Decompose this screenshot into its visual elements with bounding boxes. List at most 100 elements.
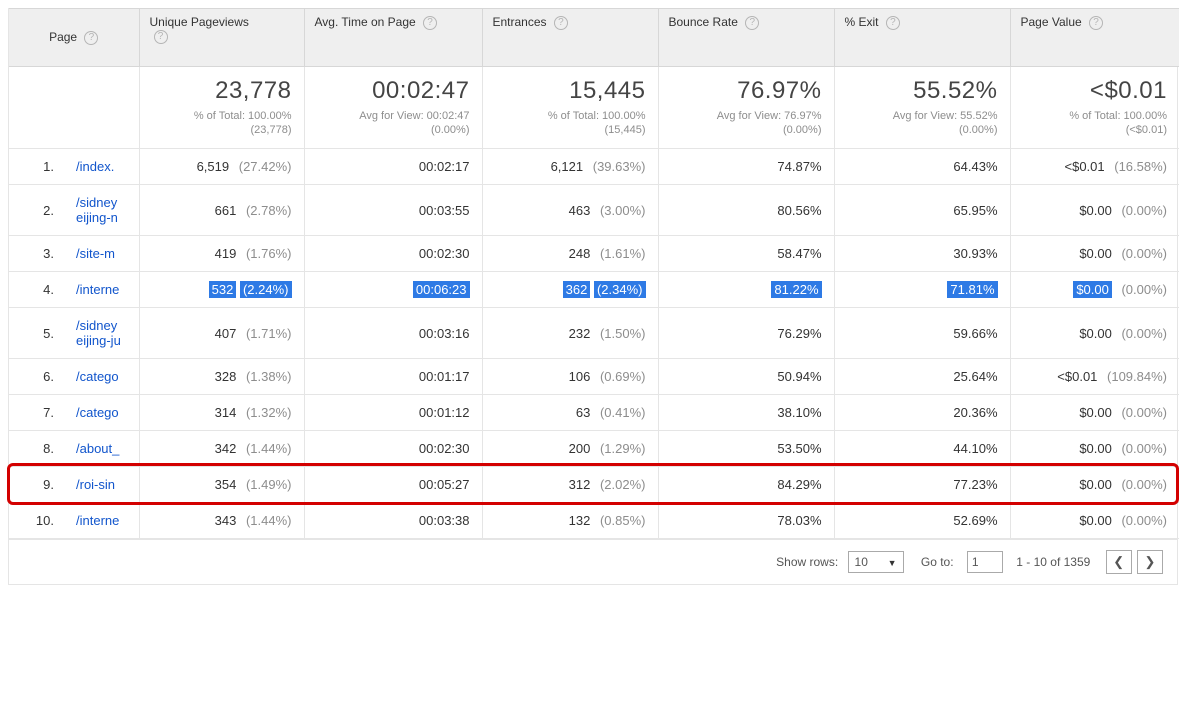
page-link[interactable]: /sidney eijing-ju [76, 318, 121, 348]
entrances-cell: 312 (2.02%) [482, 467, 658, 503]
page-link[interactable]: /catego [76, 369, 119, 384]
page-cell: /sidney eijing-ju [64, 308, 139, 359]
help-icon[interactable]: ? [745, 16, 759, 30]
page-value-cell: $0.00 (0.00%) [1010, 272, 1179, 308]
entrances-cell: 232 (1.50%) [482, 308, 658, 359]
row-index: 9. [9, 467, 64, 503]
column-headers: Page ? Unique Pageviews ? Avg. Time on P… [9, 9, 1179, 67]
avg-time-cell: 00:03:55 [304, 185, 482, 236]
help-icon[interactable]: ? [84, 31, 98, 45]
col-pct-exit[interactable]: % Exit [845, 15, 879, 29]
col-entrances[interactable]: Entrances [493, 15, 547, 29]
page-cell: /catego [64, 395, 139, 431]
page-link[interactable]: /catego [76, 405, 119, 420]
page-cell: /site-m [64, 236, 139, 272]
page-cell: /interne [64, 272, 139, 308]
exit-cell: 71.81% [834, 272, 1010, 308]
avg-time-cell: 00:02:30 [304, 431, 482, 467]
goto-label: Go to: [921, 555, 954, 569]
bounce-cell: 50.94% [658, 359, 834, 395]
exit-cell: 65.95% [834, 185, 1010, 236]
show-rows-label: Show rows: [776, 555, 838, 569]
table-row: 5./sidney eijing-ju407 (1.71%)00:03:1623… [9, 308, 1179, 359]
page-value-cell: $0.00 (0.00%) [1010, 185, 1179, 236]
page-link[interactable]: /index. [76, 159, 114, 174]
bounce-cell: 76.29% [658, 308, 834, 359]
avg-time-cell: 00:03:16 [304, 308, 482, 359]
bounce-cell: 78.03% [658, 503, 834, 539]
col-page-value[interactable]: Page Value [1021, 15, 1082, 29]
show-rows-select[interactable]: 10 ▼ [848, 551, 904, 573]
col-bounce-rate[interactable]: Bounce Rate [669, 15, 738, 29]
prev-button[interactable]: ❮ [1106, 550, 1132, 574]
entrances-cell: 248 (1.61%) [482, 236, 658, 272]
exit-cell: 77.23% [834, 467, 1010, 503]
unique-pageviews-cell: 6,519 (27.42%) [139, 149, 304, 185]
table-row: 6./catego328 (1.38%)00:01:17106 (0.69%)5… [9, 359, 1179, 395]
unique-pageviews-cell: 532 (2.24%) [139, 272, 304, 308]
row-index: 7. [9, 395, 64, 431]
page-link[interactable]: /roi-sin [76, 477, 115, 492]
summary-pct-exit: 55.52% Avg for View: 55.52%(0.00%) [834, 67, 1010, 149]
page-link[interactable]: /interne [76, 513, 119, 528]
entrances-cell: 6,121 (39.63%) [482, 149, 658, 185]
exit-cell: 44.10% [834, 431, 1010, 467]
summary-page-value: <$0.01 % of Total: 100.00%(<$0.01) [1010, 67, 1179, 149]
page-link[interactable]: /site-m [76, 246, 115, 261]
col-page[interactable]: Page [49, 30, 77, 44]
page-value-cell: <$0.01 (16.58%) [1010, 149, 1179, 185]
bounce-cell: 38.10% [658, 395, 834, 431]
avg-time-cell: 00:01:17 [304, 359, 482, 395]
range-text: 1 - 10 of 1359 [1016, 555, 1090, 569]
bounce-cell: 53.50% [658, 431, 834, 467]
avg-time-cell: 00:03:38 [304, 503, 482, 539]
summary-avg-time: 00:02:47 Avg for View: 00:02:47(0.00%) [304, 67, 482, 149]
table-row: 9./roi-sin354 (1.49%)00:05:27312 (2.02%)… [9, 467, 1179, 503]
table-row: 2./sidney eijing-n661 (2.78%)00:03:55463… [9, 185, 1179, 236]
row-index: 10. [9, 503, 64, 539]
row-index: 8. [9, 431, 64, 467]
bounce-cell: 58.47% [658, 236, 834, 272]
unique-pageviews-cell: 419 (1.76%) [139, 236, 304, 272]
table-row: 10. /interne 343 (1.44%)00:03:38132 (0.85%… [9, 503, 1179, 539]
exit-cell: 20.36% [834, 395, 1010, 431]
unique-pageviews-cell: 342 (1.44%) [139, 431, 304, 467]
page-link[interactable]: /about_ [76, 441, 119, 456]
avg-time-cell: 00:01:12 [304, 395, 482, 431]
avg-time-cell: 00:06:23 [304, 272, 482, 308]
page-link[interactable]: /interne [76, 282, 119, 297]
help-icon[interactable]: ? [423, 16, 437, 30]
next-button[interactable]: ❯ [1137, 550, 1163, 574]
col-avg-time[interactable]: Avg. Time on Page [315, 15, 416, 29]
entrances-cell: 63 (0.41%) [482, 395, 658, 431]
unique-pageviews-cell: 328 (1.38%) [139, 359, 304, 395]
unique-pageviews-cell: 314 (1.32%) [139, 395, 304, 431]
row-index: 4. [9, 272, 64, 308]
table-footer: Show rows: 10 ▼ Go to: 1 1 - 10 of 1359 … [9, 539, 1177, 584]
entrances-cell: 132 (0.85%) [482, 503, 658, 539]
unique-pageviews-cell: 407 (1.71%) [139, 308, 304, 359]
help-icon[interactable]: ? [154, 30, 168, 44]
analytics-table: Page ? Unique Pageviews ? Avg. Time on P… [8, 8, 1178, 585]
col-unique-pageviews[interactable]: Unique Pageviews [150, 15, 249, 29]
table-row: 7. /catego 314 (1.32%)00:01:1263 (0.41%)38… [9, 395, 1179, 431]
bounce-cell: 81.22% [658, 272, 834, 308]
table-row: 4./interne532 (2.24%)00:06:23362 (2.34%)… [9, 272, 1179, 308]
unique-pageviews-cell: 661 (2.78%) [139, 185, 304, 236]
chevron-down-icon: ▼ [888, 558, 897, 568]
exit-cell: 59.66% [834, 308, 1010, 359]
page-cell: /index. [64, 149, 139, 185]
help-icon[interactable]: ? [554, 16, 568, 30]
page-link[interactable]: /sidney eijing-n [76, 195, 118, 225]
help-icon[interactable]: ? [886, 16, 900, 30]
summary-entrances: 15,445 % of Total: 100.00%(15,445) [482, 67, 658, 149]
page-cell: /about_ [64, 431, 139, 467]
entrances-cell: 106 (0.69%) [482, 359, 658, 395]
table-row: 8./about_342 (1.44%)00:02:30200 (1.29%)5… [9, 431, 1179, 467]
summary-row: 23,778 % of Total: 100.00%(23,778) 00:02… [9, 67, 1179, 149]
unique-pageviews-cell: 343 (1.44%) [139, 503, 304, 539]
goto-input[interactable]: 1 [967, 551, 1003, 573]
avg-time-cell: 00:02:17 [304, 149, 482, 185]
page-cell: /sidney eijing-n [64, 185, 139, 236]
help-icon[interactable]: ? [1089, 16, 1103, 30]
